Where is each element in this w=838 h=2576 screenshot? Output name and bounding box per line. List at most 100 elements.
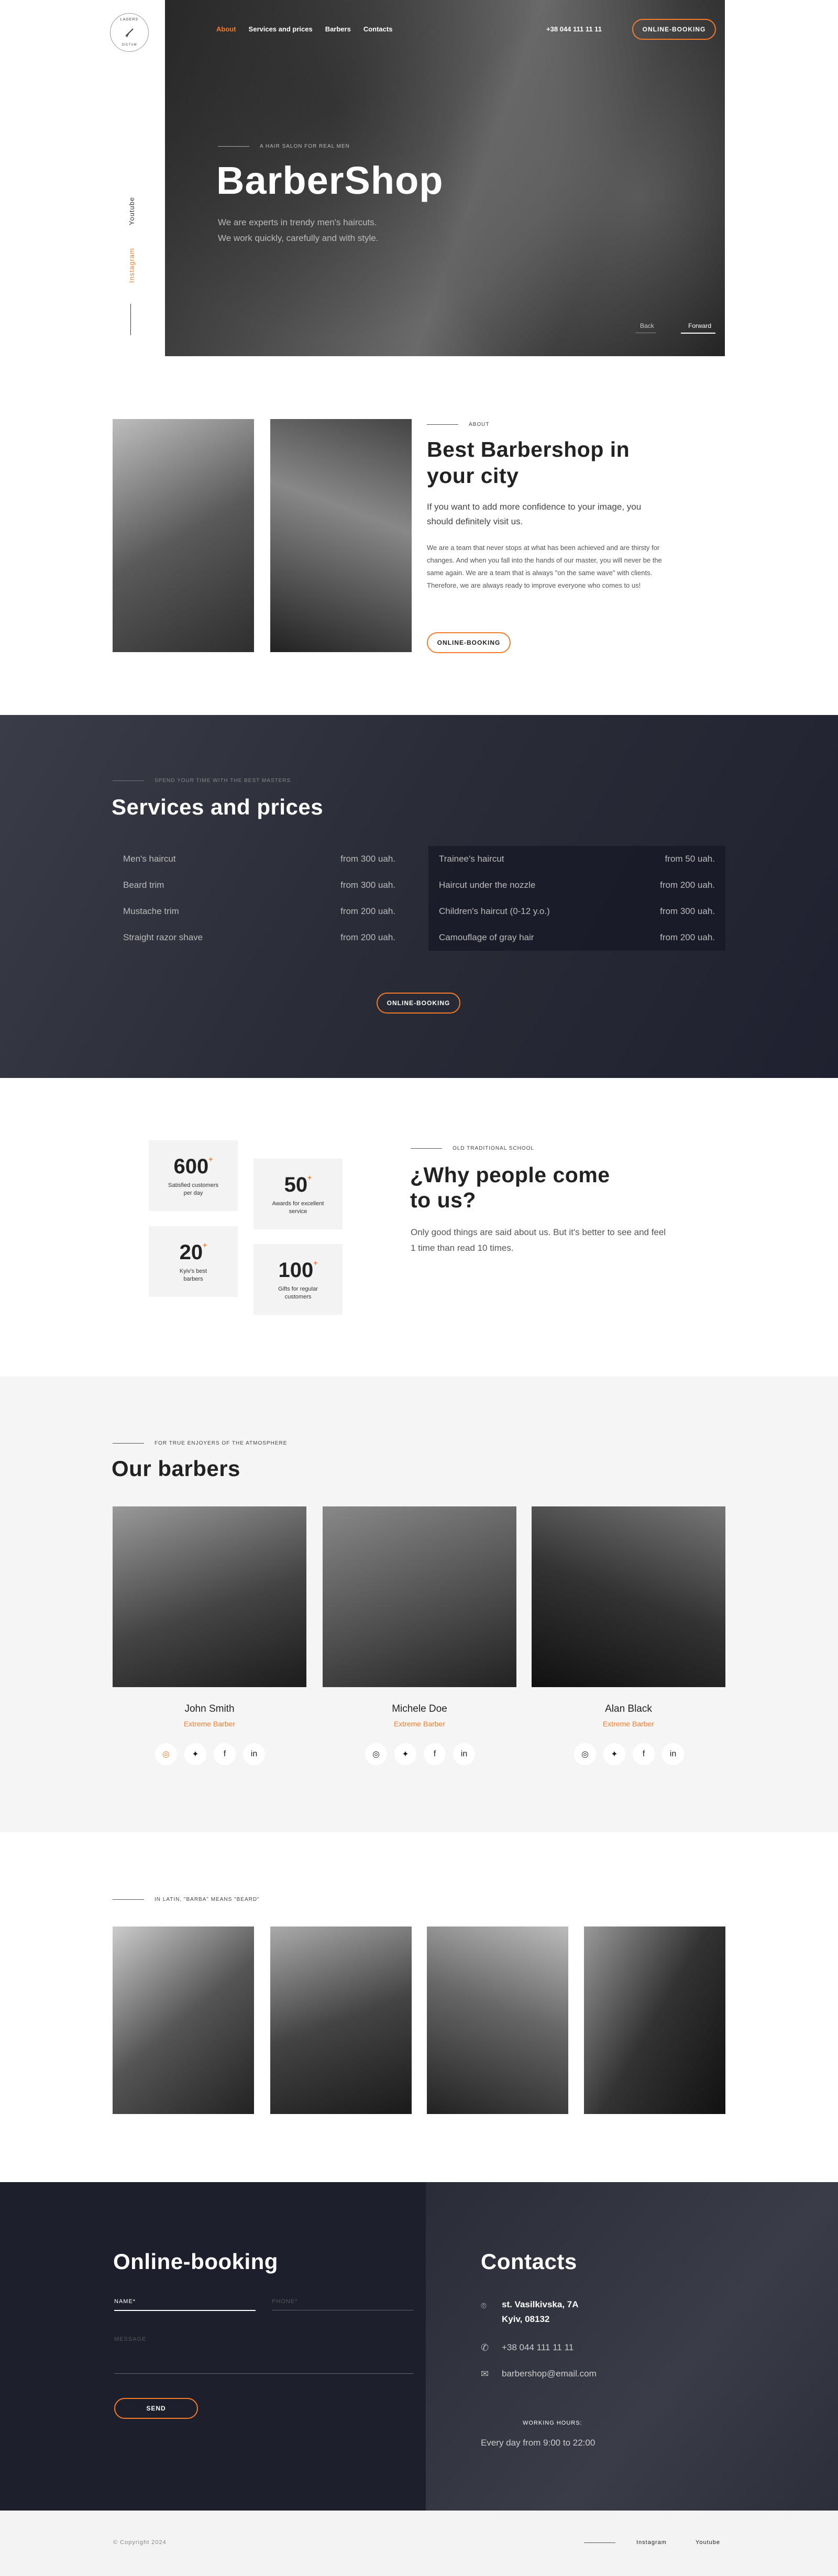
why-title: ¿Why people come to us? <box>410 1163 610 1212</box>
barber-photo <box>532 1506 725 1687</box>
about-lead: If you want to add more confidence to yo… <box>427 502 642 526</box>
hero-desc-line1: We are experts in trendy men's haircuts. <box>218 217 377 227</box>
hero-title: BarberShop <box>216 159 444 202</box>
name-label: NAME* <box>114 2298 136 2305</box>
nav-services[interactable]: Services and prices <box>249 25 313 33</box>
hero-forward-button[interactable]: Forward <box>688 322 711 329</box>
about-title: Best Barbershop in your city <box>427 437 630 488</box>
facebook-icon[interactable]: f <box>633 1743 655 1765</box>
services-kicker: SPEND YOUR TIME WITH THE BEST MASTERS <box>113 778 291 784</box>
service-row: Beard trim from 300 uah. <box>123 880 395 890</box>
barber-name: Alan Black <box>605 1703 652 1714</box>
instagram-link[interactable]: Instagram <box>128 248 136 283</box>
phone-label: PHONE* <box>272 2298 298 2305</box>
barber-role: Extreme Barber <box>602 1720 655 1728</box>
phone-icon: ✆ <box>481 2342 489 2353</box>
youtube-link[interactable]: Youtube <box>128 197 136 225</box>
header-booking-button[interactable]: ONLINE-BOOKING <box>632 19 716 40</box>
services-booking-button[interactable]: ONLINE-BOOKING <box>377 993 460 1014</box>
nav-about[interactable]: About <box>216 25 236 33</box>
instagram-icon[interactable]: ◎ <box>155 1743 177 1765</box>
barbers-kicker: FOR TRUE ENJOYERS OF THE ATMOSPHERE <box>113 1440 287 1446</box>
barber-photo <box>323 1506 516 1687</box>
main-nav: About Services and prices Barbers Contac… <box>216 25 405 33</box>
booking-contacts-section: Online-booking NAME* PHONE* MESSAGE SEND… <box>0 2182 838 2511</box>
send-button[interactable]: SEND <box>114 2398 198 2419</box>
barber-socials: ◎ ✦ f in <box>574 1743 684 1765</box>
nav-contacts[interactable]: Contacts <box>363 25 393 33</box>
header-phone[interactable]: +38 044 111 11 11 <box>546 25 602 33</box>
barber-socials: ◎ ✦ f in <box>155 1743 265 1765</box>
barber-socials: ◎ ✦ f in <box>365 1743 475 1765</box>
razor-icon <box>125 28 134 38</box>
side-panel: LAGERS DICTUM Youtube Instagram <box>0 0 165 356</box>
linkedin-icon[interactable]: in <box>243 1743 265 1765</box>
linkedin-icon[interactable]: in <box>662 1743 684 1765</box>
services-list-left: Men's haircut from 300 uah. Beard trim fro… <box>113 846 406 951</box>
email-icon: ✉ <box>481 2369 489 2379</box>
services-section: SPEND YOUR TIME WITH THE BEST MASTERS Se… <box>0 715 838 1078</box>
hero-desc-line2: We work quickly, carefully and with styl… <box>218 233 379 243</box>
gallery-photo[interactable] <box>427 1927 568 2114</box>
service-row: Men's haircut from 300 uah. <box>123 854 395 864</box>
service-row: Children's haircut (0-12 y.o.) from 300 u… <box>439 906 715 916</box>
gallery-photo[interactable] <box>584 1927 725 2114</box>
barbers-section: FOR TRUE ENJOYERS OF THE ATMOSPHERE Our … <box>0 1377 838 1832</box>
forward-underline <box>681 333 715 334</box>
about-booking-button[interactable]: ONLINE-BOOKING <box>427 632 511 653</box>
hero-back-button[interactable]: Back <box>640 322 654 329</box>
barber-name: Michele Doe <box>392 1703 447 1714</box>
footer-instagram-link[interactable]: Instagram <box>636 2539 667 2546</box>
service-row: Mustache trim from 200 uah. <box>123 906 395 916</box>
service-row: Camouflage of gray hair from 200 uah. <box>439 932 715 942</box>
footer-line <box>584 2542 615 2543</box>
barbers-title: Our barbers <box>112 1456 240 1481</box>
address-line2: Kyiv, 08132 <box>502 2314 550 2324</box>
services-title: Services and prices <box>112 795 324 819</box>
logo-bottom-text: DICTUM <box>122 43 137 47</box>
gallery-photo[interactable] <box>270 1927 412 2114</box>
instagram-icon[interactable]: ◎ <box>365 1743 387 1765</box>
side-divider <box>130 304 131 335</box>
footer-youtube-link[interactable]: Youtube <box>696 2539 720 2546</box>
twitter-icon[interactable]: ✦ <box>184 1743 206 1765</box>
booking-title: Online-booking <box>113 2249 278 2274</box>
gallery-photo[interactable] <box>113 1927 254 2114</box>
hours-label: WORKING HOURS: <box>523 2420 582 2426</box>
about-kicker: ABOUT <box>427 422 489 427</box>
services-list-right: Trainee's haircut from 50 uah. Haircut un… <box>428 846 725 951</box>
message-label: MESSAGE <box>114 2336 147 2342</box>
footer: © Copyright 2024 Instagram Youtube <box>0 2511 838 2576</box>
gallery-kicker: IN LATIN, "BARBA" MEANS "BEARD" <box>113 1897 260 1902</box>
instagram-icon[interactable]: ◎ <box>574 1743 596 1765</box>
copyright: © Copyright 2024 <box>113 2539 167 2546</box>
twitter-icon[interactable]: ✦ <box>603 1743 625 1765</box>
contacts-email[interactable]: barbershop@email.com <box>502 2369 597 2379</box>
contacts-phone[interactable]: +38 044 111 11 11 <box>502 2342 574 2353</box>
about-photo-2 <box>270 419 412 652</box>
hero-description: We are experts in trendy men's haircuts.… <box>218 215 438 246</box>
stat-card: 100+ Gifts for regular customers <box>253 1244 343 1315</box>
hero-section: LAGERS DICTUM Youtube Instagram About Se… <box>0 0 838 356</box>
barber-role: Extreme Barber <box>393 1720 446 1728</box>
stat-card: 50+ Awards for excellent service <box>253 1159 343 1229</box>
message-field[interactable] <box>114 2373 413 2374</box>
about-photo-1 <box>113 419 254 652</box>
name-field[interactable] <box>114 2310 256 2311</box>
why-kicker: OLD TRADITIONAL SCHOOL <box>411 1146 534 1151</box>
about-body: We are a team that never stops at what h… <box>427 544 662 589</box>
twitter-icon[interactable]: ✦ <box>394 1743 416 1765</box>
barber-photo <box>113 1506 306 1687</box>
nav-barbers[interactable]: Barbers <box>325 25 351 33</box>
logo[interactable]: LAGERS DICTUM <box>110 13 149 52</box>
stat-card: 20+ Kyiv's best barbers <box>149 1226 238 1297</box>
hero-kicker: A HAIR SALON FOR REAL MEN <box>260 144 350 149</box>
linkedin-icon[interactable]: in <box>453 1743 475 1765</box>
why-description: Only good things are said about us. But … <box>411 1227 666 1253</box>
address-line1: st. Vasilkivska, 7A <box>502 2299 579 2309</box>
facebook-icon[interactable]: f <box>424 1743 446 1765</box>
facebook-icon[interactable]: f <box>214 1743 236 1765</box>
barber-role: Extreme Barber <box>183 1720 236 1728</box>
service-row: Haircut under the nozzle from 200 uah. <box>439 880 715 890</box>
location-icon: ⌾ <box>481 2300 487 2311</box>
